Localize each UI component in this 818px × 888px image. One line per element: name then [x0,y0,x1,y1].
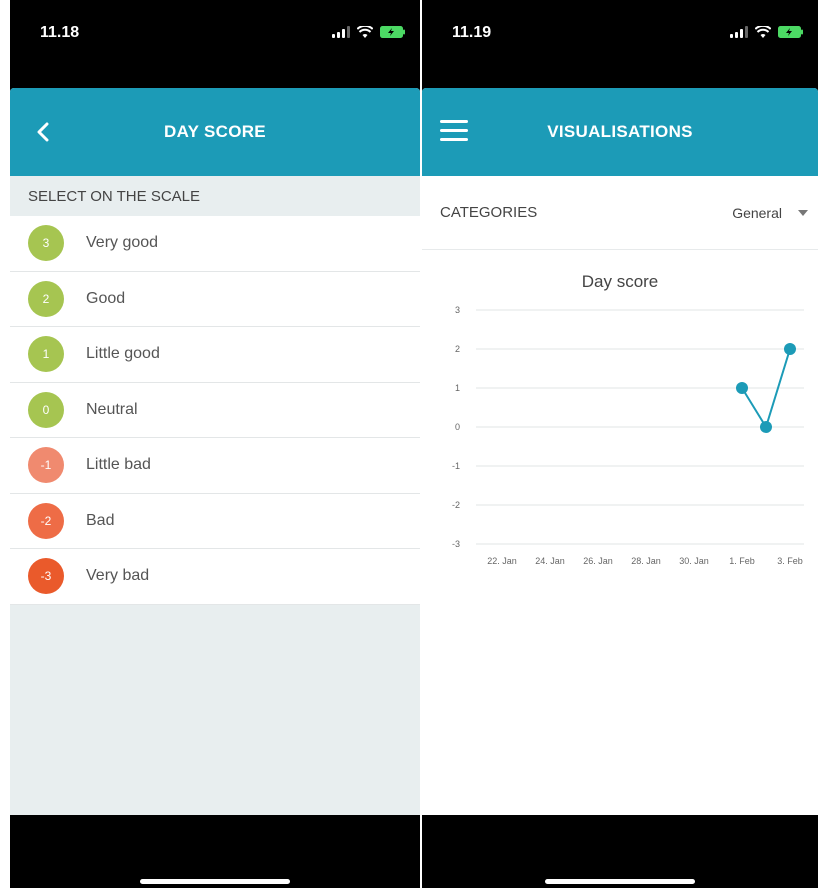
y-tick-label: 0 [455,422,460,432]
data-point [736,382,748,394]
x-tick-label: 30. Jan [679,556,709,566]
visualisations-content: CATEGORIES General Day score 3 2 1 0 -1 -2 -3 2… [422,176,818,815]
status-time: 11.18 [40,24,80,41]
wifi-icon [755,26,771,38]
status-icons [730,26,804,38]
chevron-left-icon [37,122,49,142]
x-tick-label: 3. Feb [777,556,803,566]
battery-icon [778,26,804,38]
signal-icon [332,26,350,38]
caret-down-icon [798,209,808,216]
scale-label: Very good [86,234,159,252]
y-tick-label: -1 [452,461,460,471]
scale-item[interactable]: -2 Bad [10,494,420,549]
x-tick-label: 1. Feb [729,556,755,566]
y-tick-label: -2 [452,500,460,510]
categories-row: CATEGORIES General [422,176,818,250]
x-tick-label: 26. Jan [583,556,613,566]
scale-list: 3 Very good 2 Good 1 Little good 0 Neutral -1 Lit… [10,216,420,605]
page-title: VISUALISATIONS [547,122,693,141]
section-title: SELECT ON THE SCALE [10,176,420,216]
header: VISUALISATIONS [422,88,818,176]
scale-label: Bad [86,511,115,529]
wifi-icon [357,26,373,38]
status-bar: 11.19 [422,0,818,88]
y-tick-label: 2 [455,344,460,354]
scale-item[interactable]: 1 Little good [10,327,420,383]
day-score-chart: 3 2 1 0 -1 -2 -3 22. Jan 24. Jan 26. Jan 28. Jan 30… [452,305,804,566]
score-circle: 0 [28,391,64,428]
hamburger-icon [440,120,468,141]
score-circle: 2 [28,280,64,317]
back-button[interactable] [32,120,56,144]
y-tick-label: -3 [452,539,460,549]
data-point [760,421,772,433]
scale-label: Little bad [86,456,151,474]
day-score-app: DAY SCORE SELECT ON THE SCALE 3 Very good… [10,88,420,815]
category-select[interactable]: General [732,205,808,221]
status-time: 11.19 [452,24,492,41]
home-indicator [545,879,695,884]
scale-item[interactable]: 2 Good [10,272,420,327]
scale-label: Good [86,289,126,307]
day-score-screen: 11.18 DAY SCORE SELECT ON THE SCALE 3 Ver… [10,0,420,888]
scale-item[interactable]: -3 Very bad [10,549,420,605]
y-tick-label: 1 [455,383,460,393]
categories-label: CATEGORIES [440,204,538,221]
score-circle: 3 [28,225,64,262]
home-indicator [140,879,290,884]
scale-item[interactable]: 0 Neutral [10,383,420,438]
scale-label: Little good [86,345,160,363]
scale-item[interactable]: -1 Little bad [10,438,420,494]
x-tick-label: 22. Jan [487,556,517,566]
battery-icon [380,26,406,38]
y-tick-label: 3 [455,305,460,315]
scale-item[interactable]: 3 Very good [10,216,420,272]
data-point [784,343,796,355]
header: DAY SCORE [10,88,420,176]
chart-title: Day score [581,272,659,291]
score-circle: -3 [28,558,64,595]
page-title: DAY SCORE [164,122,266,141]
menu-button[interactable] [440,120,468,144]
x-tick-label: 28. Jan [631,556,661,566]
category-value: General [732,204,782,221]
signal-icon [730,26,748,38]
x-tick-label: 24. Jan [535,556,565,566]
status-bar: 11.18 [10,0,420,88]
scale-label: Very bad [86,567,150,585]
score-circle: -2 [28,502,64,539]
scale-label: Neutral [86,400,138,418]
score-circle: 1 [28,336,64,373]
visualisations-screen: 11.19 VISUALISATIONS CATEGORIES General … [422,0,818,888]
status-icons [332,26,406,38]
score-circle: -1 [28,447,64,484]
visualisations-app: VISUALISATIONS CATEGORIES General Day sc… [422,88,818,815]
